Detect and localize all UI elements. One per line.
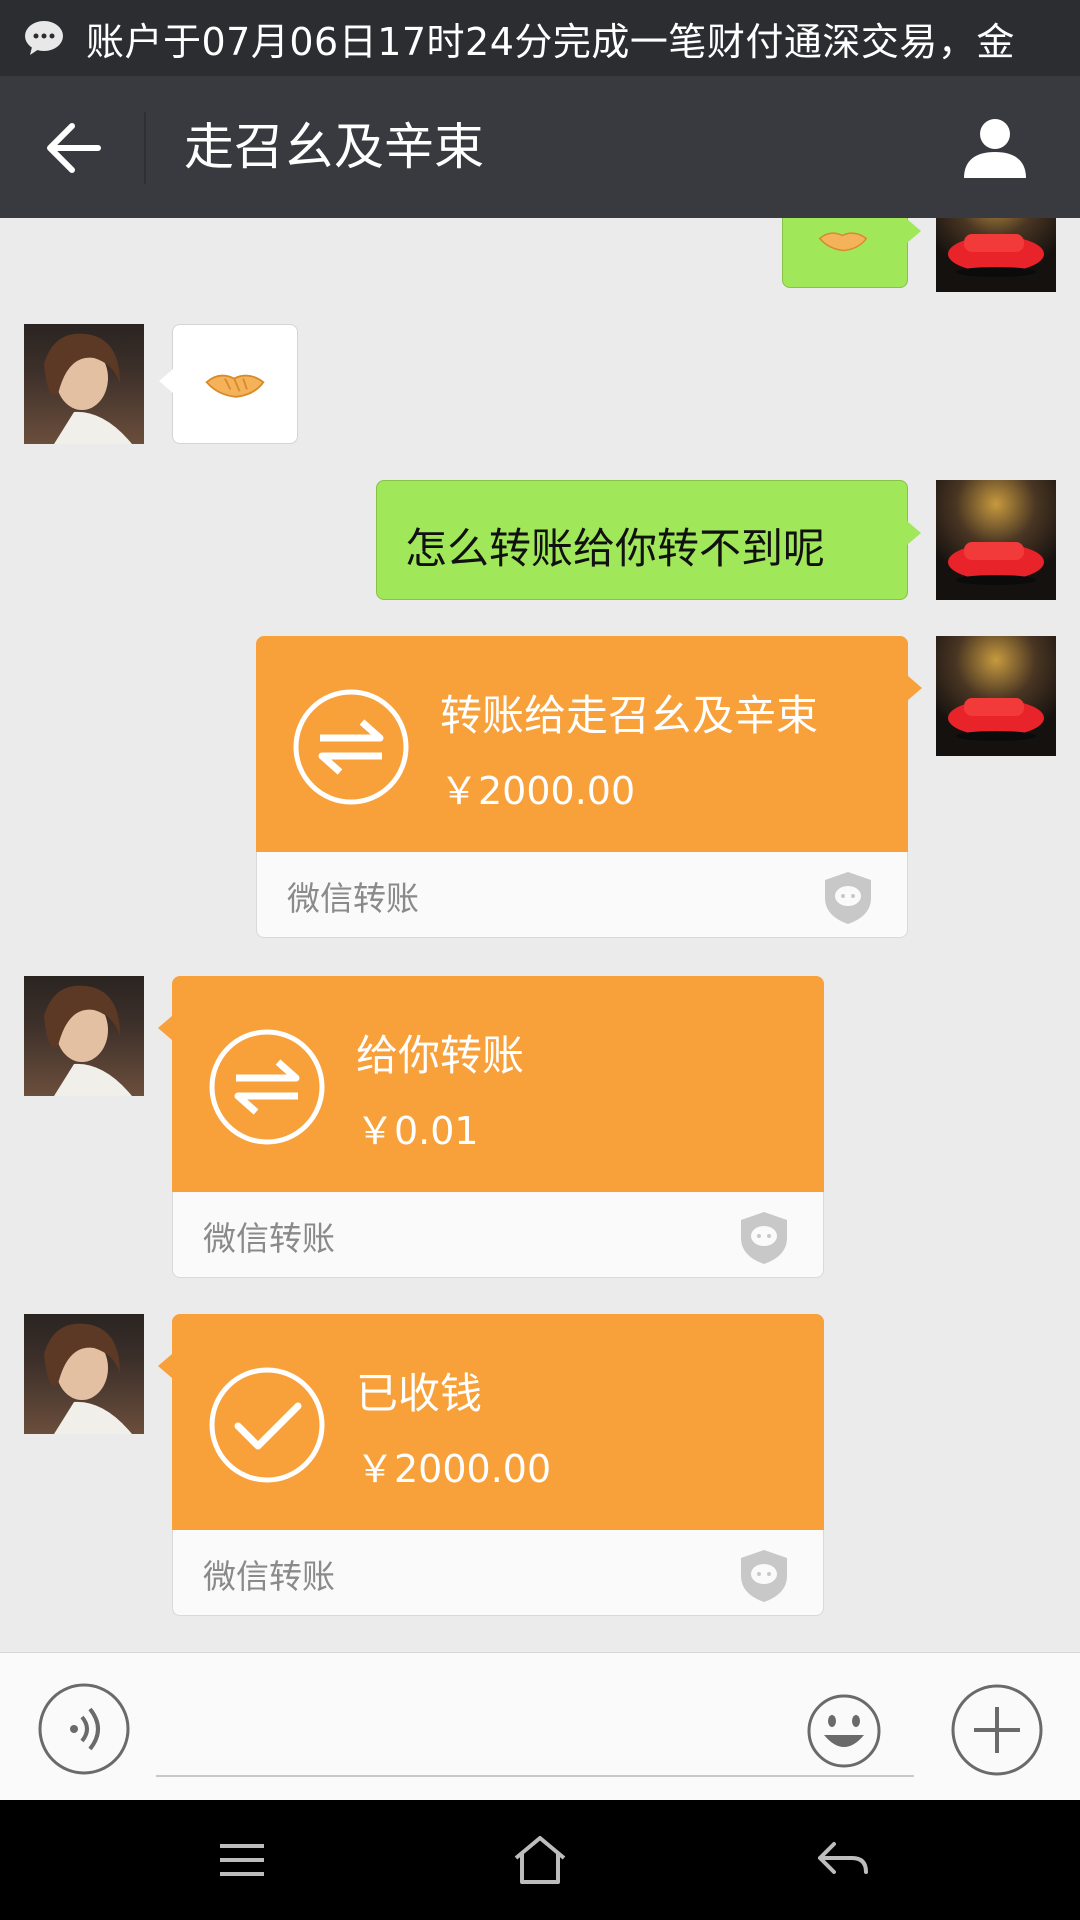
received-sticker-bubble[interactable]	[159, 324, 298, 444]
message-input[interactable]	[156, 1679, 914, 1777]
message-input-bar	[0, 1652, 1080, 1800]
menu-icon[interactable]	[212, 1834, 272, 1886]
handshake-emoji	[205, 374, 265, 398]
plus-icon[interactable]	[950, 1683, 1044, 1777]
shield-chat-icon	[825, 872, 871, 924]
checkmark-icon	[209, 1367, 325, 1483]
my-avatar[interactable]	[936, 636, 1056, 756]
person-icon[interactable]	[962, 116, 1028, 178]
system-nav-bar	[0, 1800, 1080, 1920]
my-avatar[interactable]	[936, 218, 1056, 292]
chat-title: 走召幺及辛束	[184, 118, 484, 176]
transfer-brand-label: 微信转账	[203, 1557, 335, 1596]
contact-avatar[interactable]	[24, 324, 144, 444]
transfer-title: 转账给走召幺及辛束	[440, 691, 819, 740]
shield-chat-icon	[741, 1212, 787, 1264]
transfer-brand-label: 微信转账	[287, 879, 419, 918]
message-text: 怎么转账给你转不到呢	[405, 524, 826, 573]
title-divider	[144, 112, 146, 184]
transfer-title: 已收钱	[356, 1369, 483, 1418]
my-avatar[interactable]	[936, 480, 1056, 600]
notification-bar[interactable]: 账户于07月06日17时24分完成一笔财付通深交易，金	[0, 0, 1080, 76]
transfer-amount: ￥2000.00	[356, 1447, 552, 1491]
transfer-brand-label: 微信转账	[203, 1219, 335, 1258]
smiley-icon[interactable]	[806, 1693, 882, 1769]
notification-text: 账户于07月06日17时24分完成一笔财付通深交易，金	[86, 19, 1015, 64]
chat-title-bar: 走召幺及辛束	[0, 76, 1080, 218]
transfer-card-sent[interactable]: 转账给走召幺及辛束 ￥2000.00 微信转账	[256, 636, 922, 938]
transfer-card-footer: 微信转账	[172, 1192, 824, 1278]
chat-message-list[interactable]: 怎么转账给你转不到呢 转账给走召幺及辛束 ￥2000.00 微信转账 给你转账 …	[0, 218, 1080, 1652]
home-icon[interactable]	[510, 1834, 570, 1886]
chat-bubble-icon	[25, 21, 63, 55]
transfer-amount: ￥0.01	[356, 1109, 479, 1153]
transfer-arrows-icon	[209, 1029, 325, 1145]
transfer-card-footer: 微信转账	[172, 1530, 824, 1616]
sent-text-bubble[interactable]: 怎么转账给你转不到呢	[376, 480, 921, 600]
handshake-emoji	[818, 232, 868, 252]
transfer-title: 给你转账	[356, 1031, 525, 1080]
transfer-card-received[interactable]: 给你转账 ￥0.01 微信转账	[158, 976, 824, 1278]
transfer-amount: ￥2000.00	[440, 769, 636, 813]
transfer-card-received-confirm[interactable]: 已收钱 ￥2000.00 微信转账	[158, 1314, 824, 1616]
contact-avatar[interactable]	[24, 1314, 144, 1434]
shield-chat-icon	[741, 1550, 787, 1602]
contact-avatar[interactable]	[24, 976, 144, 1096]
sent-sticker-bubble[interactable]	[782, 218, 921, 288]
back-arrow-icon[interactable]	[44, 120, 104, 176]
transfer-arrows-icon	[293, 689, 409, 805]
transfer-card-footer: 微信转账	[256, 852, 908, 938]
return-icon[interactable]	[812, 1834, 872, 1886]
voice-icon[interactable]	[38, 1683, 130, 1775]
